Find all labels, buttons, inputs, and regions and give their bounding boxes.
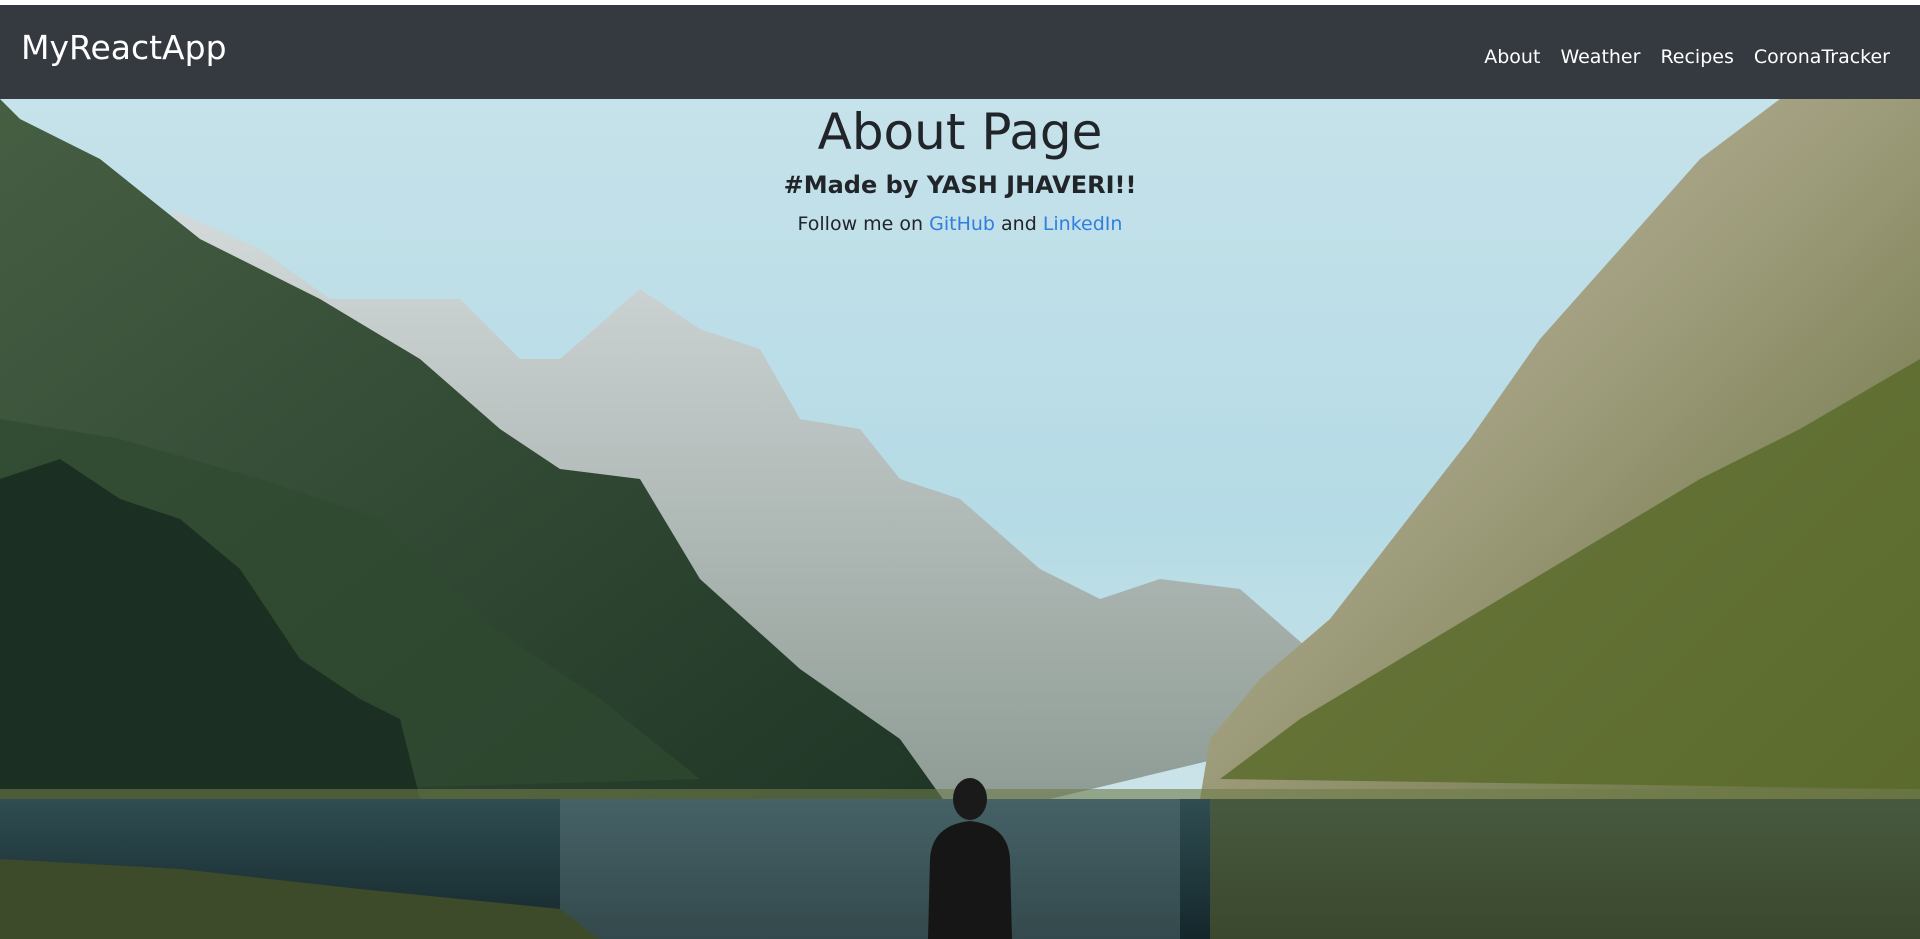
follow-line: Follow me on GitHub and LinkedIn [0,213,1920,235]
nav-link-about[interactable]: About [1484,46,1540,68]
page-subtitle: #Made by YASH JHAVERI!! [783,171,1137,199]
nav-link-coronatracker[interactable]: CoronaTracker [1754,46,1890,68]
and-text: and [1001,213,1037,235]
page-title: About Page [817,103,1103,161]
nav-links: About Weather Recipes CoronaTracker [1484,46,1890,68]
nav-link-weather[interactable]: Weather [1560,46,1640,68]
github-link[interactable]: GitHub [929,213,995,235]
hero-text: About Page #Made by YASH JHAVERI!! Follo… [0,99,1920,235]
linkedin-link[interactable]: LinkedIn [1043,213,1123,235]
follow-prefix: Follow me on [797,213,924,235]
nav-link-recipes[interactable]: Recipes [1660,46,1733,68]
hero-section: About Page #Made by YASH JHAVERI!! Follo… [0,99,1920,939]
brand-logo[interactable]: MyReactApp [21,28,227,67]
navbar: MyReactApp About Weather Recipes CoronaT… [0,5,1920,99]
